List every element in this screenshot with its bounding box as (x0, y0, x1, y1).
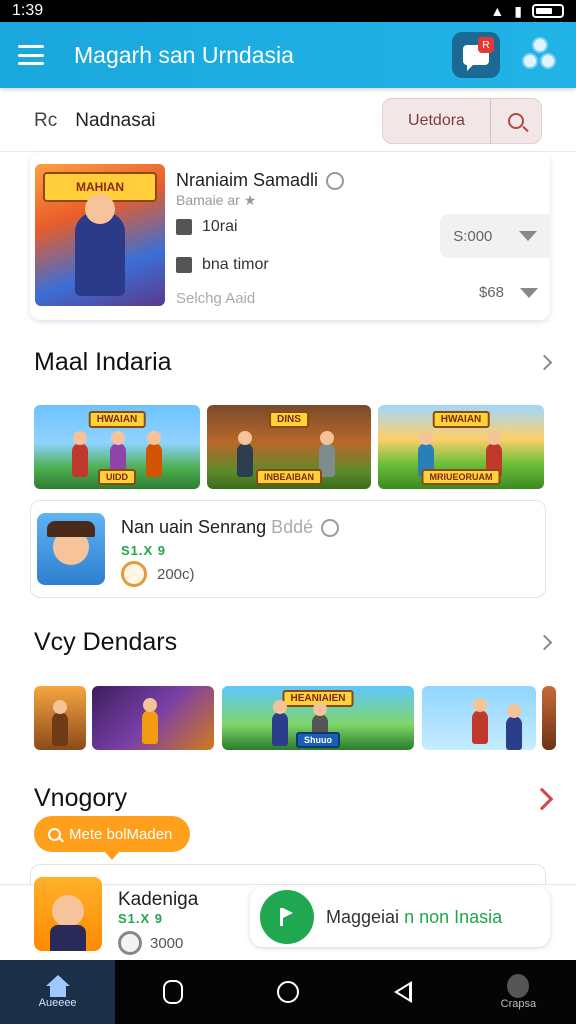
price-secondary[interactable]: $68 (479, 284, 538, 301)
search-icon (508, 112, 524, 129)
search-icon (48, 827, 61, 841)
section-title: Vcy Dendars (34, 628, 178, 656)
game-tile[interactable]: HWAIAN MRIUEORUAM (378, 405, 544, 489)
circle-home-icon (277, 981, 299, 1003)
search-input[interactable]: Nadnasai (75, 110, 382, 132)
search-box: Uetdora (382, 97, 542, 144)
status-bar: 1:39 ▲ ▮ (0, 0, 576, 22)
featured-card[interactable]: MAHIAN Nraniaim Samadli Bamaie ar ★ 10ra… (30, 152, 550, 320)
search-row: Rc Nadnasai Uetdora (0, 90, 576, 152)
game-tile[interactable]: HWAIAN UIDD (34, 405, 200, 489)
box-icon (176, 257, 192, 273)
section-title: Vnogory (34, 784, 128, 812)
promo-button[interactable]: Maggeiai n non Inasia (250, 887, 550, 947)
featured-hint: Selchg Aaid (176, 290, 256, 307)
game-stat: S1.X 9 (121, 543, 167, 558)
game-coins: 200c) (121, 561, 195, 587)
chevron-down-icon (518, 231, 537, 241)
price-button[interactable]: S:000 (440, 214, 550, 258)
smile-icon (326, 172, 345, 191)
user-icon (507, 974, 530, 998)
nav-recents[interactable] (115, 960, 230, 1024)
game-tile[interactable] (422, 686, 536, 750)
section-header-3[interactable]: Vnogory (34, 784, 554, 813)
chevron-right-icon[interactable] (530, 787, 554, 810)
search-prefix: Rc (34, 109, 58, 131)
status-time: 1:39 (12, 2, 44, 19)
back-icon (394, 981, 413, 1003)
status-icons: ▲ ▮ (490, 3, 564, 20)
sticky-coins: 3000 (118, 931, 183, 955)
app-title: Magarh san Urndasia (74, 41, 294, 68)
promo-text: Maggeiai n non Inasia (326, 906, 503, 927)
nav-bar: Aueeee Crapsa (0, 960, 576, 1024)
wifi-icon: ▲ (490, 3, 505, 19)
more-button[interactable]: Mete bolMaden (34, 816, 191, 860)
signal-icon: ▮ (514, 2, 522, 19)
smile-icon (321, 519, 340, 538)
game-tile[interactable] (542, 686, 556, 750)
featured-title: Nraniaim Samadli (176, 170, 345, 191)
home-icon (45, 975, 71, 997)
chevron-right-icon[interactable] (536, 354, 553, 371)
flag-icon (280, 908, 294, 926)
app-bar: Magarh san Urndasia R (0, 22, 576, 88)
coin-icon (121, 561, 147, 587)
section-header-1[interactable]: Maal Indaria (34, 348, 553, 377)
chat-button[interactable]: R (452, 32, 500, 78)
people-icon[interactable] (522, 37, 558, 73)
thumb-icon (176, 219, 192, 235)
game-tile[interactable] (34, 686, 86, 750)
search-button[interactable] (491, 112, 541, 129)
game-avatar (37, 513, 105, 585)
featured-row-1: 10rai (176, 218, 238, 236)
featured-subtitle: Bamaie ar ★ (176, 192, 257, 208)
chat-badge: R (478, 37, 494, 53)
sticky-bar: Kadeniga S1.X 9 3000 Maggeiai n non Inas… (0, 877, 576, 960)
game-avatar[interactable] (34, 877, 102, 951)
search-filter-button[interactable]: Uetdora (383, 98, 491, 143)
sticky-title: Kadeniga (118, 889, 199, 910)
game-title: Nan uain Senrang Bddé (121, 517, 340, 538)
chevron-down-icon (520, 287, 538, 298)
featured-game-image[interactable]: MAHIAN (35, 164, 165, 306)
featured-hero (75, 194, 125, 296)
game-tile[interactable]: HEANIAIEN Shuuo (222, 686, 414, 750)
game-tile[interactable]: DINS INBEAIBAN (207, 405, 371, 489)
game-tile[interactable] (92, 686, 214, 750)
chevron-right-icon[interactable] (536, 634, 553, 651)
menu-icon[interactable] (18, 45, 44, 65)
nav-system-home[interactable] (230, 960, 345, 1024)
section-header-2[interactable]: Vcy Dendars (34, 628, 553, 657)
game-card[interactable]: Nan uain Senrang Bddé S1.X 9 200c) (30, 500, 546, 598)
sticky-stat: S1.X 9 (118, 911, 164, 926)
coin-icon (118, 931, 142, 955)
nav-profile[interactable]: Crapsa (461, 960, 576, 1024)
recents-icon (162, 980, 183, 1004)
featured-row-2: bna timor (176, 256, 269, 274)
section-title: Maal Indaria (34, 348, 172, 376)
nav-home[interactable]: Aueeee (0, 960, 116, 1024)
play-button[interactable] (260, 890, 314, 944)
nav-back[interactable] (346, 960, 461, 1024)
battery-icon (532, 4, 564, 18)
